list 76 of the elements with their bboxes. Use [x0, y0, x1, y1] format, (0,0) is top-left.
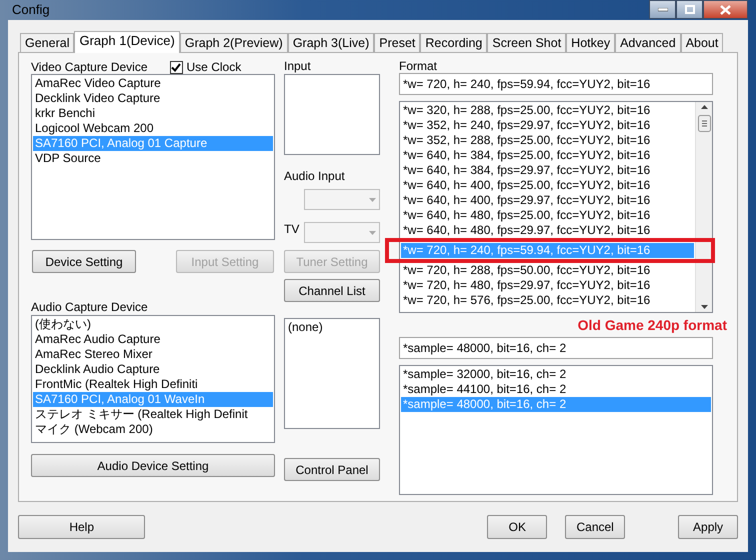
tab[interactable]: General	[20, 33, 74, 52]
section-label: Input	[284, 59, 312, 75]
cancel-button[interactable]: Cancel	[565, 515, 626, 539]
format-list[interactable]	[399, 101, 713, 313]
minimize-button[interactable]	[649, 0, 676, 19]
window-title: Config	[11, 1, 50, 20]
audio-input-list[interactable]: (none)	[284, 318, 380, 429]
input-list[interactable]	[284, 74, 380, 155]
section-label: Format	[399, 59, 438, 73]
audio-device-setting-button[interactable]: Audio Device Setting	[31, 454, 275, 477]
list-item[interactable]: *w= 720, h= 480, fps=29.97, fcc=YUY2, bit=16	[401, 278, 694, 293]
minimize-icon	[658, 8, 668, 12]
list-item[interactable]: *w= 640, h= 480, fps=25.00, fcc=YUY2, bit=16	[401, 208, 694, 223]
list-item[interactable]: *w= 720, h= 576, fps=25.00, fcc=YUY2, bit=16	[401, 293, 694, 308]
list-item[interactable]: *w= 320, h= 288, fps=25.00, fcc=YUY2, bit=16	[401, 103, 694, 118]
list-item[interactable]: ステレオ ミキサー (Realtek High Definit	[33, 407, 273, 422]
list-item[interactable]: krkr Benchi	[33, 106, 273, 121]
checkbox[interactable]	[170, 60, 183, 74]
list-item[interactable]: (使わない)	[33, 317, 273, 332]
list-item[interactable]: マイク (Webcam 200)	[33, 422, 273, 437]
list-item[interactable]: *sample= 44100, bit=16, ch= 2	[401, 382, 711, 397]
caret-icon	[369, 230, 376, 234]
tab[interactable]: Advanced	[615, 33, 681, 52]
tab[interactable]: Hotkey	[566, 33, 616, 52]
list-item[interactable]: *sample= 32000, bit=16, ch= 2	[401, 367, 711, 382]
list-item[interactable]: *w= 352, h= 288, fps=25.00, fcc=YUY2, bit=16	[401, 133, 694, 148]
list-item[interactable]: *w= 640, h= 480, fps=29.97, fcc=YUY2, bit=16	[401, 223, 694, 238]
scroll-thumb[interactable]	[698, 115, 710, 132]
audio-format-field[interactable]: *sample= 48000, bit=16, ch= 2	[399, 337, 713, 359]
maximize-icon	[684, 5, 694, 14]
help-button[interactable]: Help	[18, 515, 146, 539]
list-item[interactable]: AmaRec Stereo Mixer	[33, 347, 273, 362]
section-label: Audio Capture Device	[31, 300, 149, 315]
checkbox-label: Use Clock	[186, 60, 242, 74]
list-item[interactable]: Logicool Webcam 200	[33, 121, 273, 136]
annotation-text: Old Game 240p format	[576, 316, 727, 334]
apply-button[interactable]: Apply	[678, 515, 738, 539]
close-button[interactable]	[703, 0, 748, 19]
list-item[interactable]: *w= 352, h= 240, fps=29.97, fcc=YUY2, bit=16	[401, 118, 694, 133]
control-panel-button[interactable]: Control Panel	[284, 458, 380, 481]
scroll-down-icon	[700, 305, 708, 309]
close-icon	[720, 4, 731, 14]
maximize-button[interactable]	[676, 0, 703, 19]
list-item[interactable]: VDP Source	[33, 151, 273, 166]
list-item[interactable]: *w= 640, h= 384, fps=25.00, fcc=YUY2, bit=16	[401, 148, 694, 163]
tab[interactable]: Graph 3(Live)	[288, 33, 374, 52]
channel-list-button[interactable]: Channel List	[284, 279, 380, 302]
list-item[interactable]: Decklink Audio Capture	[33, 362, 273, 377]
audio-input-dropdown[interactable]	[304, 189, 380, 210]
scroll-up-icon	[700, 105, 708, 109]
tab[interactable]: Screen Shot	[487, 33, 566, 52]
list-item[interactable]: FrontMic (Realtek High Definiti	[33, 377, 273, 392]
tab[interactable]: About	[680, 33, 724, 52]
field-label: TV	[284, 222, 300, 237]
format-field[interactable]: *w= 720, h= 240, fps=59.94, fcc=YUY2, bit=16	[399, 73, 713, 95]
section-label: Video Capture Device	[31, 60, 148, 74]
list-item[interactable]: *w= 640, h= 384, fps=29.97, fcc=YUY2, bit=16	[401, 163, 694, 178]
list-item[interactable]: Decklink Video Capture	[33, 91, 273, 106]
list-item[interactable]: AmaRec Video Capture	[33, 76, 273, 91]
caret-icon	[369, 198, 376, 202]
tab[interactable]: Preset	[374, 33, 420, 52]
tab[interactable]: Graph 2(Preview)	[180, 33, 288, 52]
audio-device-list[interactable]: (使わない) AmaRec Audio Capture AmaRec Stereo Mixer Decklink Audio Capture FrontMic (Realtek High Definiti SA7160 PCI, Analog 01 WaveIn ステレオ ミキサー (Realtek High Definit マイク (Webcam 200)	[31, 315, 275, 443]
tab[interactable]: Graph 1(Device)	[74, 31, 180, 53]
list-item[interactable]: *w= 640, h= 400, fps=29.97, fcc=YUY2, bit=16	[401, 193, 694, 208]
audio-format-list[interactable]: *sample= 32000, bit=16, ch= 2 *sample= 44100, bit=16, ch= 2 *sample= 48000, bit=16, ch= 2	[399, 365, 713, 495]
video-device-list[interactable]: AmaRec Video Capture Decklink Video Capture krkr Benchi Logicool Webcam 200 SA7160 PCI, Analog 01 Capture VDP Source	[31, 74, 275, 240]
device-setting-button[interactable]: Device Setting	[32, 250, 136, 273]
list-item[interactable]: *w= 720, h= 288, fps=50.00, fcc=YUY2, bit=16	[401, 263, 694, 278]
list-item[interactable]: (none)	[286, 320, 378, 335]
list-item[interactable]: AmaRec Audio Capture	[33, 332, 273, 347]
scrollbar[interactable]	[695, 102, 712, 312]
ok-button[interactable]: OK	[487, 515, 548, 539]
field-label: Audio Input	[284, 169, 346, 184]
list-item[interactable]: *w= 640, h= 400, fps=25.00, fcc=YUY2, bit=16	[401, 178, 694, 193]
tab[interactable]: Recording	[420, 33, 488, 52]
